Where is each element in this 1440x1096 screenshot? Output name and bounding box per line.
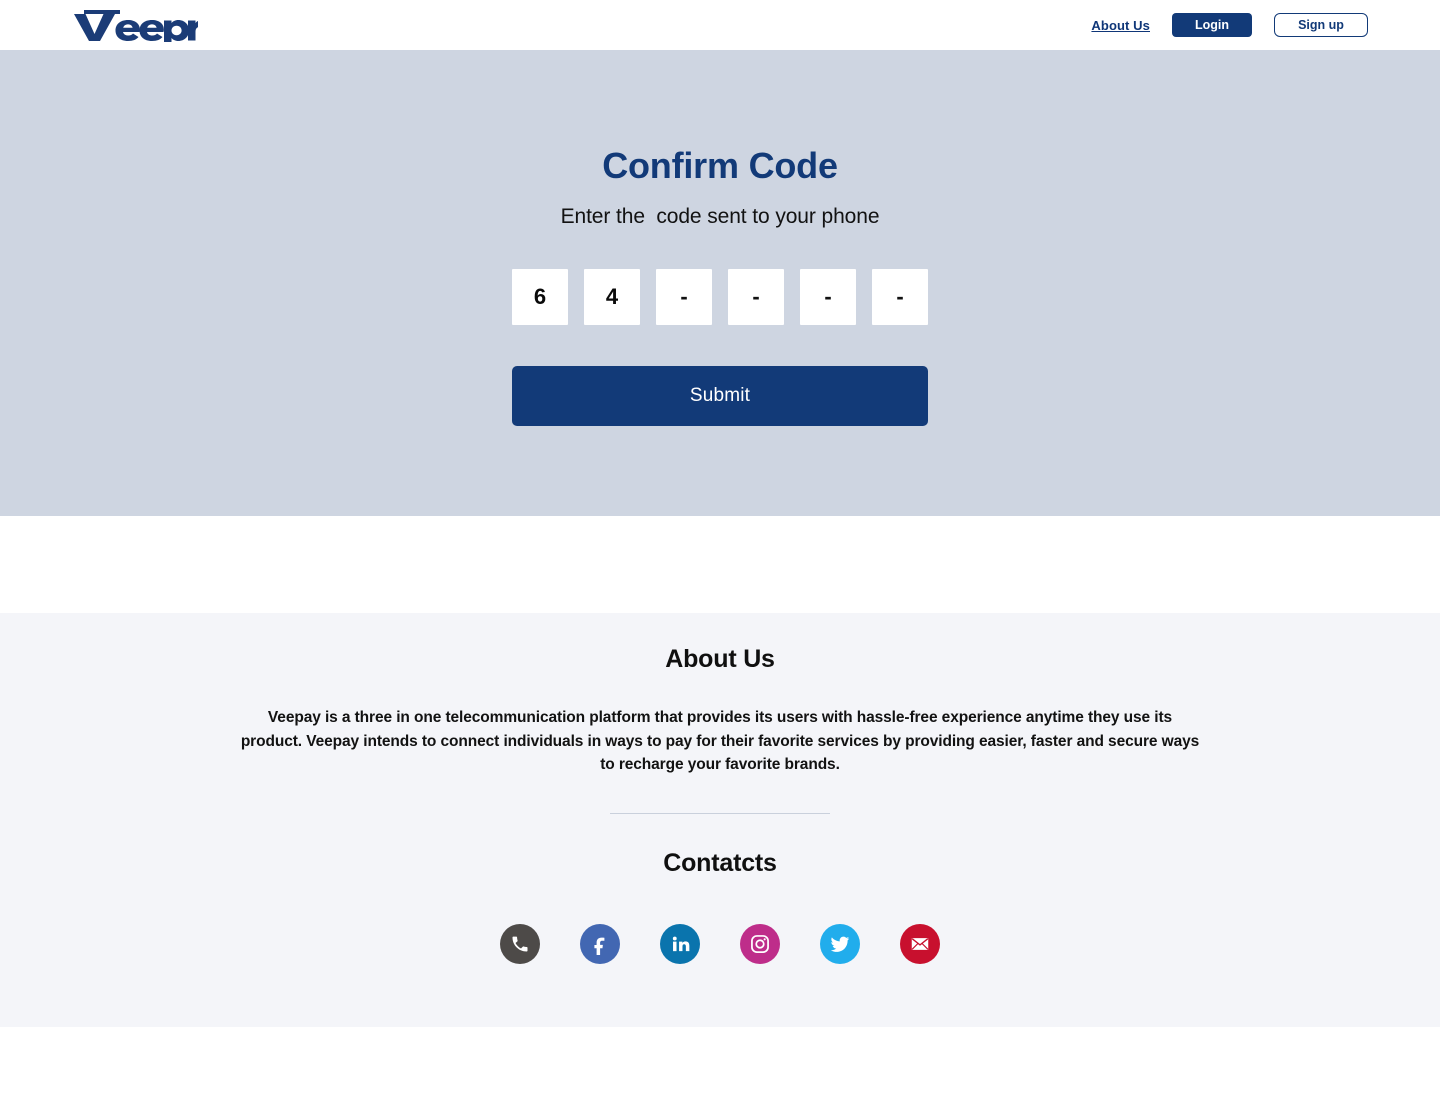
phone-icon[interactable]: [500, 923, 540, 964]
section-spacer: [0, 516, 1440, 613]
phone-glyph: [512, 936, 528, 951]
code-digit-1[interactable]: [512, 269, 568, 325]
site-header: About Us Login Sign up: [0, 0, 1440, 50]
about-us-body: Veepay is a three in one telecommunicati…: [240, 709, 1200, 773]
social-links-row: [500, 878, 940, 964]
about-us-heading: About Us: [665, 645, 775, 673]
facebook-icon[interactable]: [580, 923, 620, 964]
instagram-glyph: [751, 934, 769, 953]
code-input-group: [512, 229, 928, 325]
linkedin-icon[interactable]: [660, 923, 700, 964]
facebook-glyph: [594, 937, 605, 955]
page-bottom-spacer: [0, 1027, 1440, 1096]
twitter-glyph: [830, 936, 850, 952]
email-icon[interactable]: [900, 923, 940, 964]
signup-button[interactable]: Sign up: [1274, 13, 1368, 37]
contacts-heading: Contatcts: [663, 848, 777, 877]
nav-about-us-link[interactable]: About Us: [1091, 18, 1150, 33]
instagram-icon[interactable]: [740, 923, 780, 964]
code-digit-4[interactable]: [728, 269, 784, 325]
code-digit-6[interactable]: [872, 269, 928, 325]
login-button[interactable]: Login: [1172, 13, 1252, 37]
header-nav: About Us Login Sign up: [1091, 13, 1368, 37]
confirm-code-section: Confirm Code Enter the code sent to your…: [0, 50, 1440, 516]
linkedin-glyph: [672, 936, 690, 951]
code-digit-3[interactable]: [656, 269, 712, 325]
veepay-logo-mark: [74, 10, 198, 42]
page-subtitle: Enter the code sent to your phone: [560, 205, 880, 228]
page-title: Confirm Code: [602, 145, 838, 186]
submit-button[interactable]: Submit: [512, 366, 928, 426]
code-digit-2[interactable]: [584, 269, 640, 325]
twitter-icon[interactable]: [820, 923, 860, 964]
veepay-logo[interactable]: [72, 8, 198, 42]
email-glyph: [911, 937, 929, 950]
about-footer-section: About Us Veepay is a three in one teleco…: [0, 613, 1440, 1027]
code-digit-5[interactable]: [800, 269, 856, 325]
